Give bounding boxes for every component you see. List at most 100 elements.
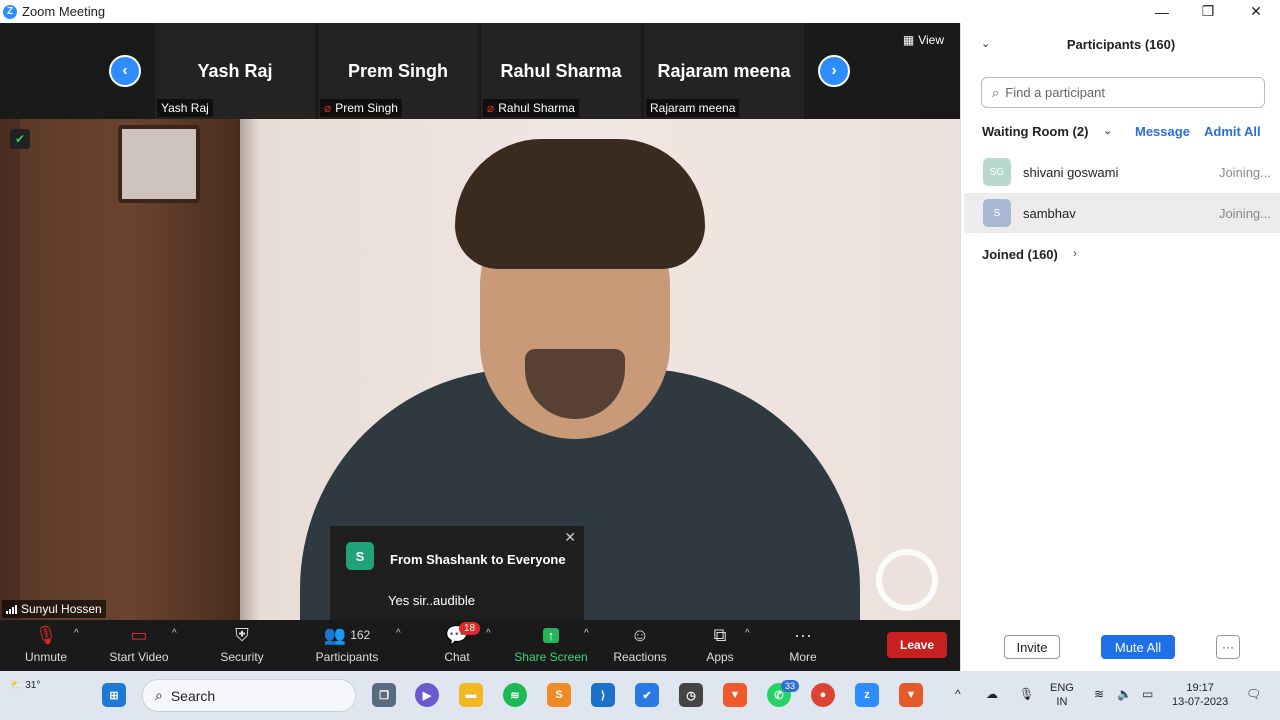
participant-name: shivani goswami xyxy=(1023,164,1119,180)
muted-mic-icon: ⌀ xyxy=(324,101,332,115)
start-video-button[interactable]: ▭ Start Video xyxy=(105,620,173,671)
microphone-icon[interactable]: 🎙 xyxy=(1019,687,1034,701)
onedrive-icon[interactable]: ☁ xyxy=(986,687,998,701)
windows-start-icon[interactable]: ⊞ xyxy=(102,683,126,707)
chat-options-caret-icon[interactable]: ^ xyxy=(486,628,491,639)
unmute-label: Unmute xyxy=(24,650,68,664)
chrome-icon[interactable]: ● xyxy=(811,683,835,707)
chat-message: Yes sir..audible xyxy=(388,593,475,608)
brave-browser-icon[interactable]: ▼ xyxy=(723,683,747,707)
taskbar-search-label: Search xyxy=(170,687,216,704)
security-label: Security xyxy=(220,650,264,664)
battery-icon[interactable]: ▭ xyxy=(1142,687,1153,701)
prev-page-button[interactable]: ‹ xyxy=(109,55,141,87)
close-icon[interactable]: ✕ xyxy=(564,529,576,546)
shield-icon: ⛨ xyxy=(235,624,249,645)
participant-tile[interactable]: Rajaram meena Rajaram meena xyxy=(644,23,804,119)
chat-label: Chat xyxy=(444,650,470,664)
unmute-button[interactable]: 🎙 Unmute xyxy=(18,620,74,671)
participants-button[interactable]: 👥 162 Participants xyxy=(312,620,382,671)
task-view-icon[interactable]: ❐ xyxy=(372,683,396,707)
todo-icon[interactable]: ✔ xyxy=(635,683,659,707)
teams-icon[interactable]: ▶ xyxy=(415,683,439,707)
taskbar-search[interactable]: ⌕ Search xyxy=(142,679,356,712)
waiting-participant-row[interactable]: S sambhav Joining... xyxy=(964,193,1280,233)
show-hidden-icons-icon[interactable]: ^ xyxy=(955,687,961,701)
signal-icon xyxy=(6,604,17,614)
tile-name: Rahul Sharma xyxy=(500,61,622,81)
more-label: More xyxy=(789,650,817,664)
sublime-text-icon[interactable]: S xyxy=(547,683,571,707)
participant-strip: ‹ Yash Raj Yash Raj Prem Singh ⌀ Prem Sin… xyxy=(0,23,960,119)
spotify-icon[interactable]: ≋ xyxy=(503,683,527,707)
spotlight-icon xyxy=(876,549,938,611)
mute-all-button[interactable]: Mute All xyxy=(1101,635,1175,659)
apps-options-caret-icon[interactable]: ^ xyxy=(745,628,750,639)
clock-app-icon[interactable]: ◷ xyxy=(679,683,703,707)
share-screen-button[interactable]: ↑ Share Screen xyxy=(513,620,589,671)
reactions-button[interactable]: ☺ Reactions xyxy=(611,620,669,671)
weather-temp: 31° xyxy=(25,680,41,691)
apps-button[interactable]: ⧉ Apps xyxy=(703,620,737,671)
tile-label: ⌀ Prem Singh xyxy=(320,99,402,117)
zoom-taskbar-icon[interactable]: z xyxy=(855,683,879,707)
invite-button[interactable]: Invite xyxy=(1004,635,1060,659)
participant-search-input[interactable]: ⌕ Find a participant xyxy=(981,77,1265,108)
admit-all-button[interactable]: Admit All xyxy=(1204,124,1261,139)
participant-tile[interactable]: Rahul Sharma ⌀ Rahul Sharma xyxy=(481,23,641,119)
chevron-right-icon[interactable]: › xyxy=(1073,246,1077,260)
leave-button[interactable]: Leave xyxy=(887,632,947,658)
vscode-icon[interactable]: ⟩ xyxy=(591,683,615,707)
volume-icon[interactable]: 🔈 xyxy=(1117,687,1132,701)
audio-options-caret-icon[interactable]: ^ xyxy=(74,628,79,639)
wifi-icon[interactable]: ≋ xyxy=(1094,687,1104,701)
view-button[interactable]: ▦ View xyxy=(903,33,944,47)
reactions-icon: ☺ xyxy=(630,624,650,645)
tile-label: Yash Raj xyxy=(157,99,213,117)
meeting-area: ‹ Yash Raj Yash Raj Prem Singh ⌀ Prem Sin… xyxy=(0,23,960,636)
file-explorer-icon[interactable]: ▬ xyxy=(459,683,483,707)
waiting-room-header[interactable]: Waiting Room (2) xyxy=(982,124,1088,139)
chevron-down-icon[interactable]: ⌄ xyxy=(1103,124,1112,137)
participant-tile[interactable]: Prem Singh ⌀ Prem Singh xyxy=(318,23,478,119)
share-options-caret-icon[interactable]: ^ xyxy=(584,628,589,639)
participants-options-caret-icon[interactable]: ^ xyxy=(396,628,401,639)
waiting-participant-row[interactable]: SG shivani goswami Joining... xyxy=(964,152,1280,192)
encryption-shield-icon[interactable]: ✔ xyxy=(10,129,30,149)
more-options-button[interactable]: ··· xyxy=(1216,635,1240,659)
tile-label: ⌀ Rahul Sharma xyxy=(483,99,579,117)
chat-notification[interactable]: S From Shashank to Everyone Yes sir..aud… xyxy=(330,526,584,636)
clock[interactable]: 19:17 13-07-2023 xyxy=(1172,681,1228,709)
security-button[interactable]: ⛨ Security xyxy=(215,620,269,671)
avatar: S xyxy=(983,199,1011,227)
language-indicator[interactable]: ENG IN xyxy=(1050,681,1074,709)
joined-header[interactable]: Joined (160) xyxy=(982,247,1058,262)
message-button[interactable]: Message xyxy=(1135,124,1190,139)
share-screen-label: Share Screen xyxy=(514,650,588,664)
video-person-hair xyxy=(455,139,705,269)
panel-title: Participants (160) xyxy=(1066,37,1176,52)
brave-alt-icon[interactable]: ▼ xyxy=(899,683,923,707)
next-page-button[interactable]: › xyxy=(818,55,850,87)
apps-label: Apps xyxy=(706,650,734,664)
video-options-caret-icon[interactable]: ^ xyxy=(172,628,177,639)
speaker-label: Sunyul Hossen xyxy=(2,600,106,618)
notifications-icon[interactable]: 🗨 xyxy=(1246,687,1261,701)
participant-status: Joining... xyxy=(1218,164,1271,180)
video-off-icon: ▭ xyxy=(130,624,148,645)
chat-sender: From Shashank to Everyone xyxy=(390,552,566,567)
weather-widget[interactable]: ⛅ 31° xyxy=(10,679,40,693)
participant-tile[interactable]: Yash Raj Yash Raj xyxy=(155,23,315,119)
maximize-button[interactable]: ❐ xyxy=(1185,0,1231,23)
more-icon: ··· xyxy=(794,624,812,645)
participant-name: sambhav xyxy=(1023,205,1076,221)
weather-icon: ⛅ xyxy=(10,680,23,691)
speaker-name: Sunyul Hossen xyxy=(21,602,102,616)
minimize-button[interactable]: — xyxy=(1139,0,1185,23)
more-button[interactable]: ··· More xyxy=(786,620,820,671)
share-screen-icon: ↑ xyxy=(542,620,560,650)
participant-status: Joining... xyxy=(1218,205,1271,221)
zoom-logo-icon: Z xyxy=(3,4,17,19)
tile-label: Rajaram meena xyxy=(646,99,740,117)
close-button[interactable]: ✕ xyxy=(1233,0,1279,23)
